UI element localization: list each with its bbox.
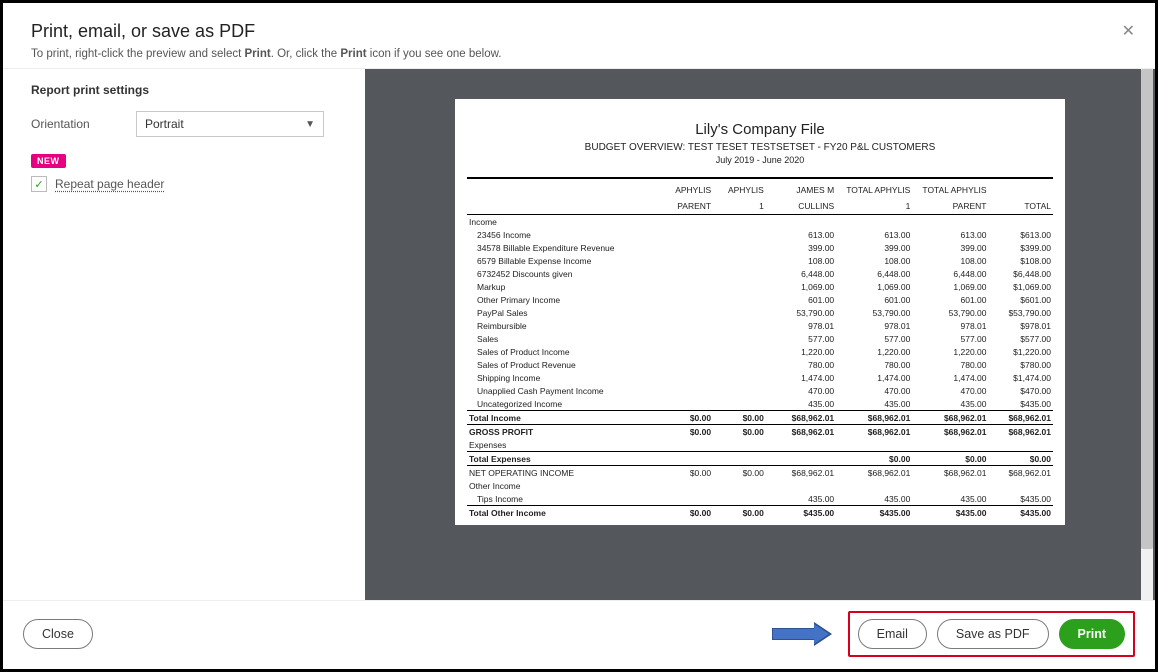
table-row: Sales of Product Income1,220.001,220.001…	[467, 345, 1053, 358]
dialog-title: Print, email, or save as PDF	[31, 21, 1127, 42]
table-row: GROSS PROFIT$0.00$0.00$68,962.01$68,962.…	[467, 425, 1053, 439]
orientation-field: Orientation Portrait ▼	[31, 111, 343, 137]
table-row: Unapplied Cash Payment Income470.00470.0…	[467, 384, 1053, 397]
table-row: Markup1,069.001,069.001,069.00$1,069.00	[467, 280, 1053, 293]
table-row: 34578 Billable Expenditure Revenue399.00…	[467, 241, 1053, 254]
orientation-label: Orientation	[31, 117, 136, 131]
arrow-annotation	[772, 623, 834, 645]
table-row: Tips Income435.00435.00435.00$435.00	[467, 492, 1053, 506]
dialog-header: ✕ Print, email, or save as PDF To print,…	[3, 3, 1155, 68]
preview-area[interactable]: Lily's Company File BUDGET OVERVIEW: TES…	[365, 68, 1155, 600]
orientation-select[interactable]: Portrait ▼	[136, 111, 324, 137]
report-company: Lily's Company File	[467, 121, 1053, 138]
table-row: Uncategorized Income435.00435.00435.00$4…	[467, 397, 1053, 411]
close-button[interactable]: Close	[23, 619, 93, 649]
dialog-hint: To print, right-click the preview and se…	[31, 48, 1127, 60]
table-row: Other Income	[467, 479, 1053, 492]
table-row: Total Other Income$0.00$0.00$435.00$435.…	[467, 506, 1053, 520]
settings-heading: Report print settings	[31, 83, 343, 97]
table-row: Expenses	[467, 438, 1053, 452]
highlight-box: Email Save as PDF Print	[848, 611, 1135, 657]
report-subtitle: BUDGET OVERVIEW: TEST TESET TESTSETSET -…	[467, 142, 1053, 153]
dialog-footer: Close Email Save as PDF Print	[3, 600, 1155, 669]
table-row: Sales577.00577.00577.00$577.00	[467, 332, 1053, 345]
table-row: Total Expenses$0.00$0.00$0.00	[467, 452, 1053, 466]
save-pdf-button[interactable]: Save as PDF	[937, 619, 1049, 649]
repeat-header-checkbox[interactable]: ✓	[31, 176, 47, 192]
table-row: Reimbursible978.01978.01978.01$978.01	[467, 319, 1053, 332]
scrollbar-thumb[interactable]	[1141, 69, 1153, 549]
repeat-header-option: ✓ Repeat page header	[31, 176, 343, 192]
repeat-header-label: Repeat page header	[55, 177, 164, 191]
report-date-range: July 2019 - June 2020	[467, 155, 1053, 165]
settings-panel: Report print settings Orientation Portra…	[3, 68, 365, 600]
table-row: Total Income$0.00$0.00$68,962.01$68,962.…	[467, 411, 1053, 425]
table-row: Shipping Income1,474.001,474.001,474.00$…	[467, 371, 1053, 384]
print-button[interactable]: Print	[1059, 619, 1125, 649]
table-row: PayPal Sales53,790.0053,790.0053,790.00$…	[467, 306, 1053, 319]
table-row: Income	[467, 215, 1053, 229]
table-row: 6732452 Discounts given6,448.006,448.006…	[467, 267, 1053, 280]
table-row: 23456 Income613.00613.00613.00$613.00	[467, 228, 1053, 241]
new-badge: NEW	[31, 154, 66, 168]
report-table: APHYLISAPHYLISJAMES MTOTAL APHYLISTOTAL …	[467, 177, 1053, 519]
chevron-down-icon: ▼	[305, 119, 315, 130]
table-row: NET OPERATING INCOME$0.00$0.00$68,962.01…	[467, 466, 1053, 480]
table-row: Other Primary Income601.00601.00601.00$6…	[467, 293, 1053, 306]
print-dialog: ✕ Print, email, or save as PDF To print,…	[3, 3, 1155, 669]
email-button[interactable]: Email	[858, 619, 927, 649]
table-row: Sales of Product Revenue780.00780.00780.…	[467, 358, 1053, 371]
close-icon[interactable]: ✕	[1122, 21, 1135, 41]
table-row: 6579 Billable Expense Income108.00108.00…	[467, 254, 1053, 267]
report-page: Lily's Company File BUDGET OVERVIEW: TES…	[455, 99, 1065, 525]
